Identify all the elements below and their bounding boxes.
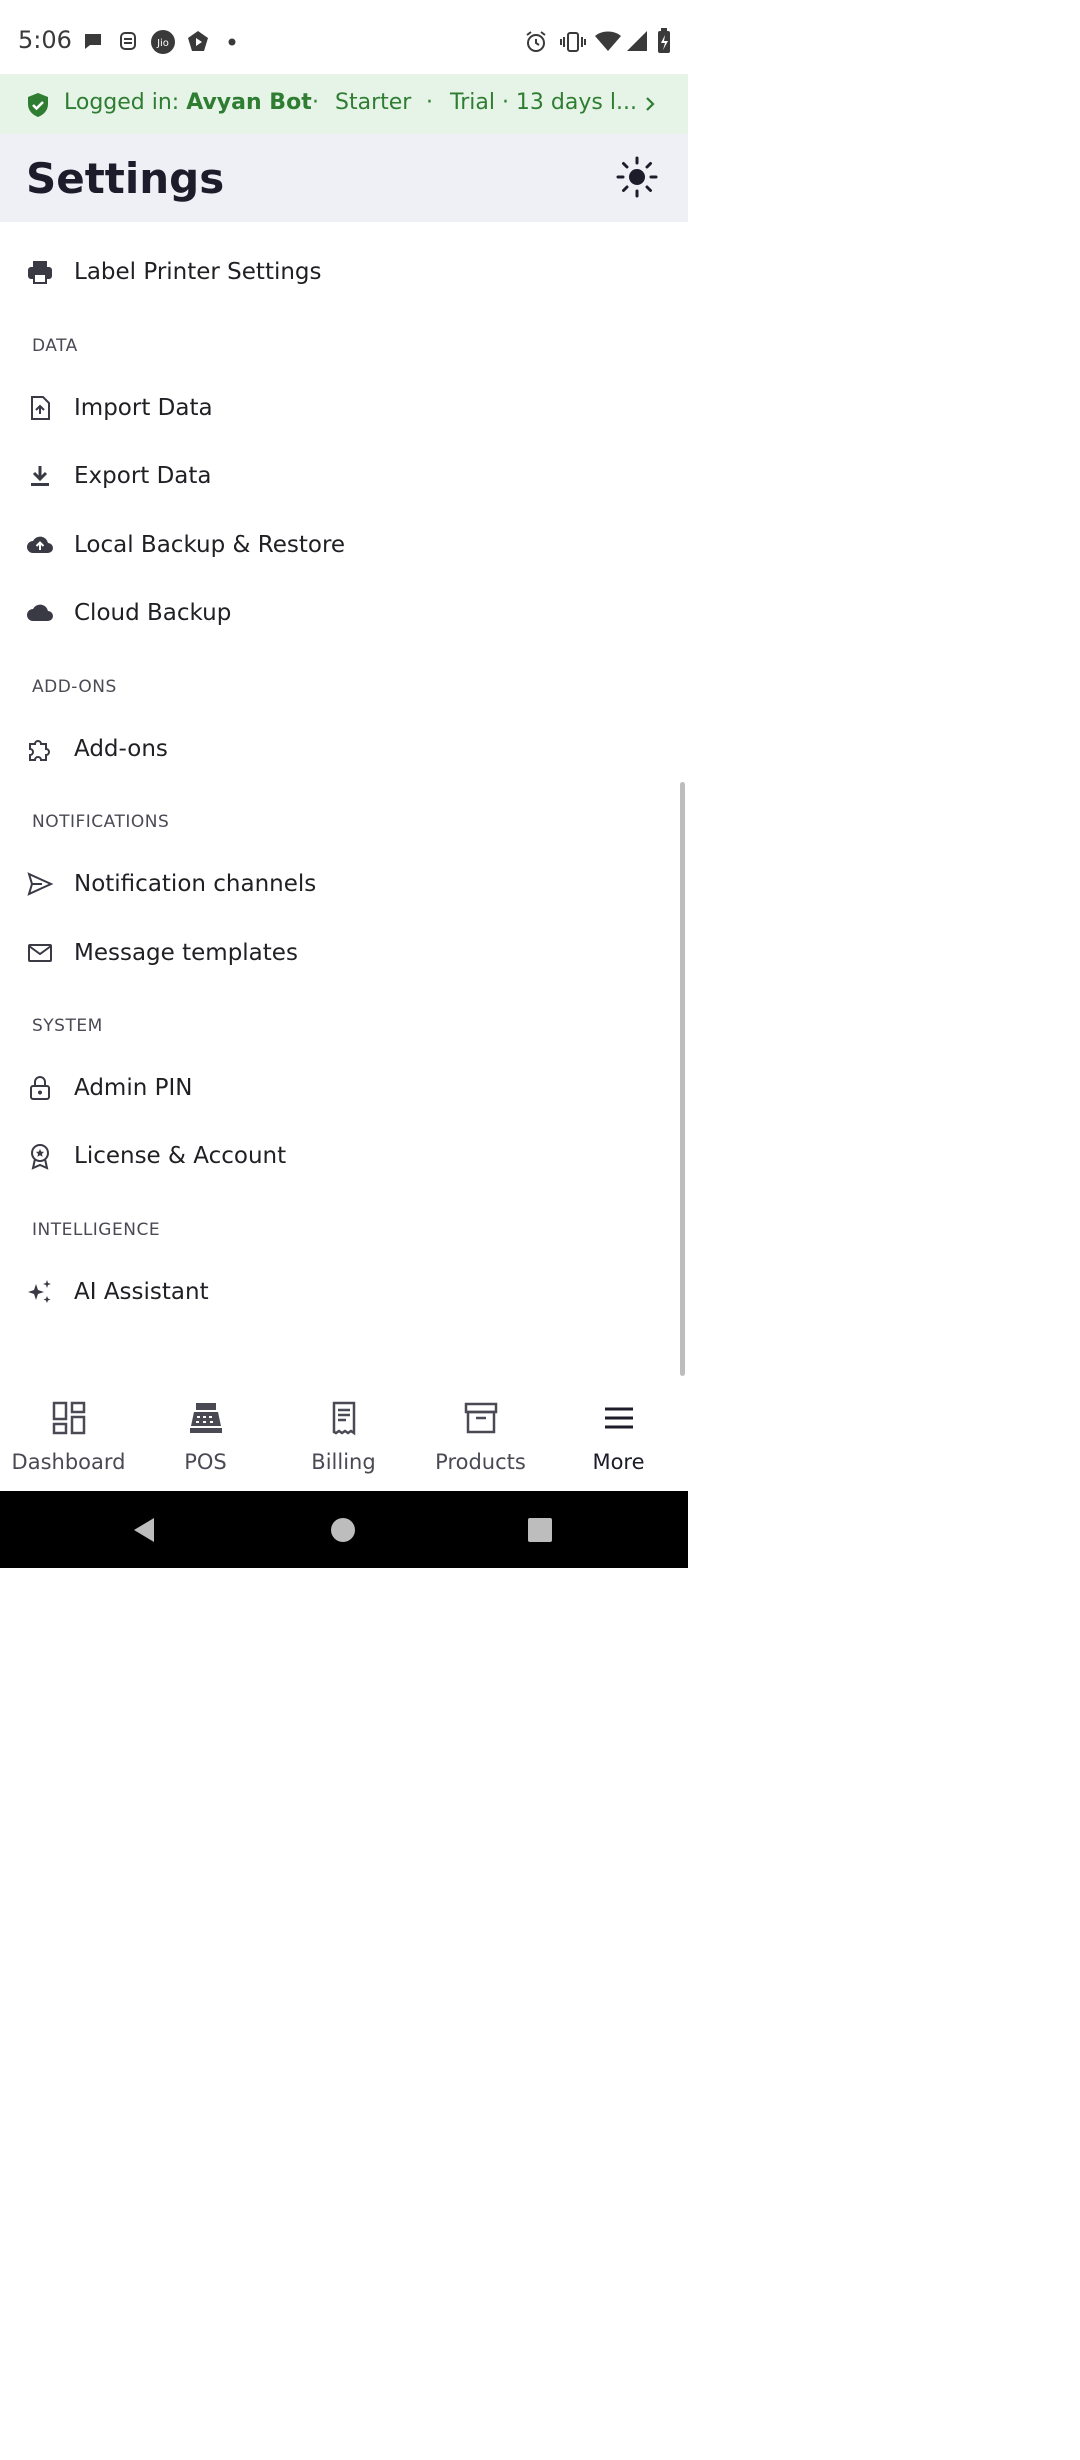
download-icon [31,466,49,486]
chevron-right-icon [646,97,655,111]
cell-signal-icon [627,31,647,51]
cloud-backup-label: Cloud Backup [74,600,232,626]
jio-icon: Jio [151,30,175,54]
admin-pin-item[interactable]: Admin PIN [0,1058,680,1118]
import-data-label: Import Data [74,395,213,421]
local-backup-restore-item[interactable]: Local Backup & Restore [0,515,680,575]
label-printer-settings-label: Label Printer Settings [74,259,322,285]
lock-icon [30,1076,50,1100]
notification-channels-label: Notification channels [74,871,317,897]
alarm-icon [526,31,546,52]
cloud-backup-item[interactable]: Cloud Backup [0,583,680,643]
nav-more[interactable]: More [550,1378,687,1491]
nav-billing[interactable]: Billing [275,1378,412,1491]
login-banner[interactable]: Logged in: Avyan Bot · Starter · Trial ·… [0,74,688,134]
sparkles-icon [28,1280,51,1303]
send-icon [27,872,54,896]
separator-1: · [312,90,319,115]
local-backup-restore-label: Local Backup & Restore [74,532,346,558]
scrollbar[interactable] [680,782,685,1376]
nav-dashboard-label: Dashboard [11,1450,126,1474]
section-notifications-header: NOTIFICATIONS [32,812,170,832]
section-system-header: SYSTEM [32,1016,103,1036]
bottom-navigation: Dashboard POS Billing Products More [0,1378,688,1491]
export-data-label: Export Data [74,463,212,489]
nav-products[interactable]: Products [412,1378,549,1491]
svg-text:Jio: Jio [156,38,169,49]
label-printer-settings-item[interactable]: Label Printer Settings [0,242,680,302]
printer-icon [28,261,52,284]
battery-charging-icon [658,28,670,53]
plan-label: Starter [335,90,412,115]
export-data-item[interactable]: Export Data [0,446,680,506]
cloud-upload-icon [27,536,53,553]
wifi-icon [595,31,621,51]
message-templates-label: Message templates [74,940,298,966]
addons-item[interactable]: Add-ons [0,719,680,779]
addons-label: Add-ons [74,736,168,762]
section-intelligence-header: INTELLIGENCE [32,1220,161,1240]
nav-billing-label: Billing [311,1450,376,1474]
login-status-text: Logged in: Avyan Bot [64,90,312,115]
theme-toggle-sun-icon[interactable] [612,152,662,202]
trial-label: Trial · 13 days l... [450,90,637,115]
ai-assistant-label: AI Assistant [74,1279,209,1305]
award-badge-icon [31,1144,49,1170]
page-title: Settings [26,154,225,203]
back-icon[interactable] [130,1516,158,1544]
logged-in-label: Logged in: [64,90,187,115]
license-account-item[interactable]: License & Account [0,1126,680,1186]
section-data-header: DATA [32,336,78,356]
file-upload-icon [31,396,50,420]
cloud-icon [27,604,53,621]
envelope-icon [28,944,52,962]
menu-icon [604,1407,633,1429]
verified-shield-icon [28,93,48,117]
notification-channels-item[interactable]: Notification channels [0,854,680,914]
system-navigation-bar [0,1491,688,1568]
section-addons-header: ADD-ONS [32,677,117,697]
settings-header: Settings [0,134,688,222]
puzzle-piece-icon [29,740,50,761]
app-notification-icon [120,32,136,50]
nav-products-label: Products [435,1450,526,1474]
play-notification-icon [188,31,208,51]
import-data-item[interactable]: Import Data [0,378,680,438]
nav-pos[interactable]: POS [137,1378,274,1491]
cash-register-icon [189,1403,222,1433]
message-templates-item[interactable]: Message templates [0,923,680,983]
dashboard-icon [52,1401,85,1435]
receipt-icon [332,1401,355,1436]
more-notifications-dot-icon [228,38,236,46]
admin-pin-label: Admin PIN [74,1075,193,1101]
ai-assistant-item[interactable]: AI Assistant [0,1262,680,1322]
user-name: Avyan Bot [186,90,312,115]
separator-2: · [426,90,433,115]
status-time: 5:06 [18,26,72,54]
chat-notification-icon [85,34,101,49]
vibrate-icon [560,32,586,52]
nav-more-label: More [592,1450,645,1474]
home-icon[interactable] [330,1517,356,1543]
archive-box-icon [464,1402,497,1434]
nav-dashboard[interactable]: Dashboard [0,1378,137,1491]
recents-icon[interactable] [527,1517,553,1543]
license-account-label: License & Account [74,1143,287,1169]
nav-pos-label: POS [184,1450,227,1474]
status-bar: 5:06 Jio [0,0,688,74]
